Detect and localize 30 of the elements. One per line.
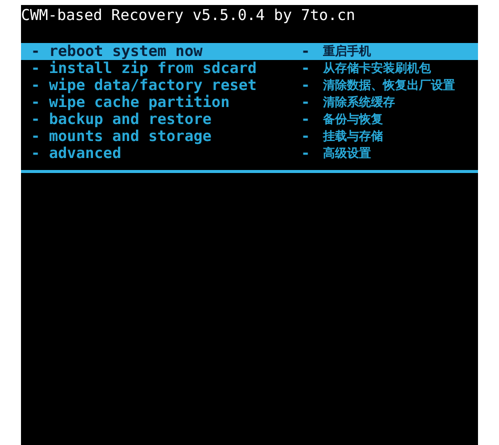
- menu-label: install zip from sdcard: [49, 60, 258, 77]
- menu-label-chinese: 清除系统缓存: [323, 94, 395, 111]
- bullet: -: [301, 145, 312, 162]
- menu-label-chinese: 备份与恢复: [323, 111, 383, 128]
- bullet: -: [301, 94, 312, 111]
- menu-label: mounts and storage: [49, 128, 213, 145]
- bullet: -: [31, 94, 42, 111]
- window-title: CWM-based Recovery v5.5.0.4 by 7to.cn: [21, 5, 356, 26]
- bullet: -: [31, 145, 42, 162]
- menu-label: wipe cache partition: [49, 94, 231, 111]
- menu-item[interactable]: - reboot system now - 重启手机: [21, 43, 478, 60]
- bullet: -: [301, 60, 312, 77]
- menu-label-chinese: 从存储卡安装刷机包: [323, 60, 431, 77]
- bullet: -: [31, 111, 42, 128]
- menu-label: backup and restore: [49, 111, 212, 128]
- menu-label: wipe data/factory reset: [49, 77, 258, 94]
- bullet: -: [31, 128, 42, 145]
- bullet: -: [301, 43, 312, 60]
- menu-label-chinese: 清除数据、恢复出厂设置: [323, 77, 455, 94]
- bullet: -: [31, 77, 42, 94]
- bullet: -: [301, 128, 312, 145]
- menu-label-chinese: 高级设置: [323, 145, 371, 162]
- bullet: -: [301, 111, 312, 128]
- menu-label-chinese: 重启手机: [323, 43, 371, 60]
- menu-label: reboot system now: [49, 43, 204, 60]
- bullet: -: [301, 77, 312, 94]
- bullet: -: [31, 60, 42, 77]
- bullet: -: [31, 43, 42, 60]
- menu-label-chinese: 挂载与存储: [323, 128, 383, 145]
- menu-label: advanced: [49, 145, 122, 162]
